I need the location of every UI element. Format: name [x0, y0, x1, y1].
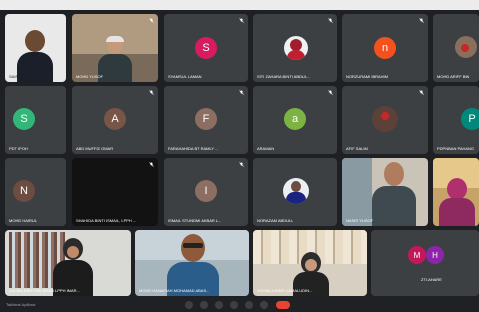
more-button[interactable]: [260, 301, 268, 309]
participant-video: [439, 178, 475, 226]
participant-tile[interactable]: A Abd Muffiz Omar: [72, 86, 158, 154]
participant-photo: [372, 106, 398, 132]
participant-name: SITI ZAHARA BINTI ABDUL...: [257, 74, 311, 79]
participant-tile[interactable]: Mohd Yusof: [72, 14, 158, 82]
participant-video: [167, 234, 219, 296]
mic-muted-icon: [239, 18, 244, 23]
participant-tile[interactable]: M H zti.ahare: [371, 230, 479, 296]
participant-name: ZALINA BINTI MD ARON LPPH IMAR...: [9, 288, 80, 293]
mic-muted-icon: [419, 90, 424, 95]
participant-avatar: H: [426, 246, 444, 264]
window-top-bar: [0, 0, 479, 10]
participant-name: SAIFUL AKMAL ZUHUR: [9, 74, 53, 79]
mic-muted-icon: [149, 90, 154, 95]
participant-photo: [284, 36, 308, 60]
participant-tile[interactable]: ZALINA BINTI MD ARON LPPH IMAR...: [5, 230, 131, 296]
participant-avatar: M: [408, 246, 426, 264]
participant-tile[interactable]: N mohd hairul: [5, 158, 66, 226]
participant-name: zti.ahare: [421, 277, 442, 282]
participant-name: afif salim: [346, 146, 368, 151]
participant-avatar: P: [461, 108, 479, 130]
participant-name: Abd Muffiz Omar: [76, 146, 114, 151]
participant-name: SHAHIDA BINTI ISMAIL, LPPH ...: [76, 218, 137, 223]
background-room: [342, 158, 372, 226]
participant-tile[interactable]: [433, 158, 479, 226]
participant-tile[interactable]: SUHAILA BINTI JAMALUDIN...: [253, 230, 367, 296]
participant-tile[interactable]: Norazam Abdull: [253, 158, 337, 226]
participant-tile[interactable]: S Syamsul laman: [164, 14, 248, 82]
participant-name: ISMAIL STUNDMI AKBAR L...: [168, 218, 222, 223]
participant-tile[interactable]: P pdpnban pahang: [433, 86, 479, 154]
participant-video: [372, 162, 416, 226]
participant-avatar: S: [195, 37, 217, 59]
participant-tile[interactable]: S PDT Ipoh: [5, 86, 66, 154]
mic-muted-icon: [419, 18, 424, 23]
raise-hand-button[interactable]: [230, 301, 238, 309]
participant-tile[interactable]: MOHD HANAFIAH MOHAMAD ABAS...: [135, 230, 249, 296]
mic-muted-icon: [149, 18, 154, 23]
meeting-controls-bar: Taklimat Aplikasi: [0, 298, 479, 312]
participant-avatar: A: [104, 108, 126, 130]
participant-tile[interactable]: F FARAHAHIDA BT RAMLY ...: [164, 86, 248, 154]
participant-name: Mohd Yusof: [76, 74, 104, 79]
participant-tile[interactable]: afif salim: [342, 86, 428, 154]
participant-name: Nasir Yusof: [346, 218, 374, 223]
mic-muted-icon: [239, 90, 244, 95]
participant-name: mohd hairul: [9, 218, 38, 223]
participant-name: PDT Ipoh: [9, 146, 28, 151]
mic-muted-icon: [149, 162, 154, 167]
participant-name: SUHAILA BINTI JAMALUDIN...: [257, 288, 313, 293]
participant-avatar: N: [13, 180, 35, 202]
participant-tile[interactable]: SITI ZAHARA BINTI ABDUL...: [253, 14, 337, 82]
participant-name: araman: [257, 146, 275, 151]
participant-avatar: a: [284, 108, 306, 130]
captions-button[interactable]: [215, 301, 223, 309]
participant-tile[interactable]: Nasir Yusof: [342, 158, 428, 226]
present-button[interactable]: [245, 301, 253, 309]
mic-button[interactable]: [185, 301, 193, 309]
participant-name: Norazam Abdull: [257, 218, 294, 223]
end-call-button[interactable]: [276, 301, 290, 309]
meeting-title: Taklimat Aplikasi: [6, 302, 36, 307]
participant-name: norzurami ibrahim: [346, 74, 388, 79]
camera-button[interactable]: [200, 301, 208, 309]
participant-name: MOHD ARIFF BIN: [437, 74, 470, 79]
participant-tile[interactable]: MOHD ARIFF BIN: [433, 14, 479, 82]
participant-tile[interactable]: n norzurami ibrahim: [342, 14, 428, 82]
mic-muted-icon: [239, 162, 244, 167]
mic-muted-icon: [328, 18, 333, 23]
participant-avatar: F: [195, 108, 217, 130]
participant-tile[interactable]: I ISMAIL STUNDMI AKBAR L...: [164, 158, 248, 226]
participant-name: Syamsul laman: [168, 74, 202, 79]
participant-avatar: I: [195, 180, 217, 202]
participant-video: [98, 36, 132, 82]
mic-muted-icon: [328, 90, 333, 95]
participant-tile[interactable]: a araman: [253, 86, 337, 154]
participant-name: MOHD HANAFIAH MOHAMAD ABAS...: [139, 288, 210, 293]
participant-photo: [283, 178, 309, 204]
participant-name: pdpnban pahang: [437, 146, 475, 151]
participant-tile[interactable]: SHAHIDA BINTI ISMAIL, LPPH ...: [72, 158, 158, 226]
participant-avatar: S: [13, 108, 35, 130]
participant-name: FARAHAHIDA BT RAMLY ...: [168, 146, 219, 151]
participant-tile[interactable]: SAIFUL AKMAL ZUHUR: [5, 14, 66, 82]
participant-avatar: n: [374, 37, 396, 59]
